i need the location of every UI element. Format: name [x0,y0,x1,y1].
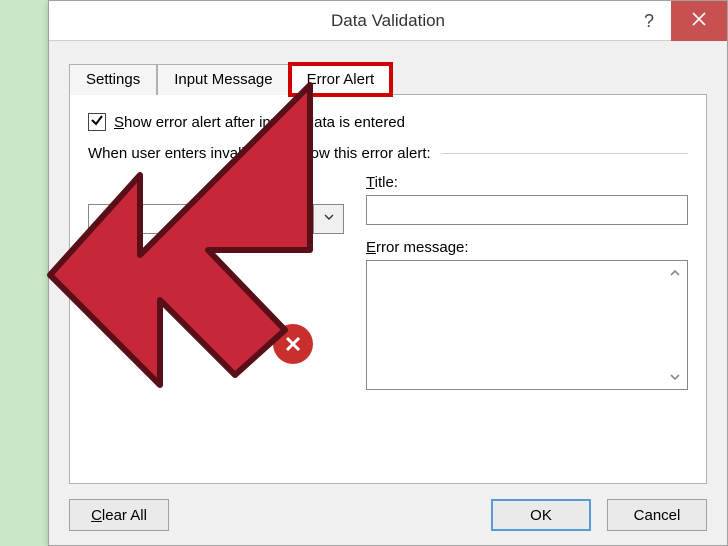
dialog-buttons: Clear All OK Cancel [69,499,707,531]
tab-label: Input Message [174,71,272,88]
error-alert-panel: Show error alert after invalid data is e… [69,94,707,484]
data-validation-dialog: Data Validation ? Settings Input Message [48,0,728,546]
divider [441,153,688,154]
error-message-label: Error message: [366,239,688,256]
title-input[interactable] [366,195,688,225]
style-combo [88,204,344,234]
style-dropdown-button[interactable] [314,204,344,234]
form-columns: Title: Error message: [88,174,688,390]
style-column [88,174,344,364]
close-icon [692,12,706,31]
tab-label: Settings [86,71,140,88]
title-label: Title: [366,174,688,191]
stop-icon [273,324,313,364]
ok-button[interactable]: OK [491,499,591,531]
help-icon: ? [644,11,654,32]
show-alert-label: Show error alert after invalid data is e… [114,114,405,131]
help-button[interactable]: ? [627,1,671,41]
tabs: Settings Input Message Error Alert [69,63,707,484]
dialog-body: Settings Input Message Error Alert [49,41,727,545]
checkmark-icon [90,113,104,132]
tab-settings[interactable]: Settings [69,64,157,95]
error-message-textarea[interactable] [366,260,688,390]
group-header: When user enters invalid data, show this… [88,145,688,162]
chevron-down-icon [323,210,335,228]
show-alert-checkbox[interactable] [88,113,106,131]
close-button[interactable] [671,1,727,41]
style-select-value[interactable] [88,204,314,234]
tab-label: Error Alert [307,71,375,88]
scroll-up-icon[interactable] [665,263,685,283]
group-label: When user enters invalid data, show this… [88,145,431,162]
titlebar-controls: ? [627,1,727,41]
scroll-down-icon[interactable] [665,367,685,387]
fields-column: Title: Error message: [366,174,688,390]
cancel-button[interactable]: Cancel [607,499,707,531]
tab-input-message[interactable]: Input Message [157,64,289,95]
clear-all-button[interactable]: Clear All [69,499,169,531]
titlebar: Data Validation ? [49,1,727,41]
show-alert-checkbox-row: Show error alert after invalid data is e… [88,113,688,131]
dialog-title: Data Validation [331,11,445,31]
tab-error-alert[interactable]: Error Alert [290,64,392,95]
